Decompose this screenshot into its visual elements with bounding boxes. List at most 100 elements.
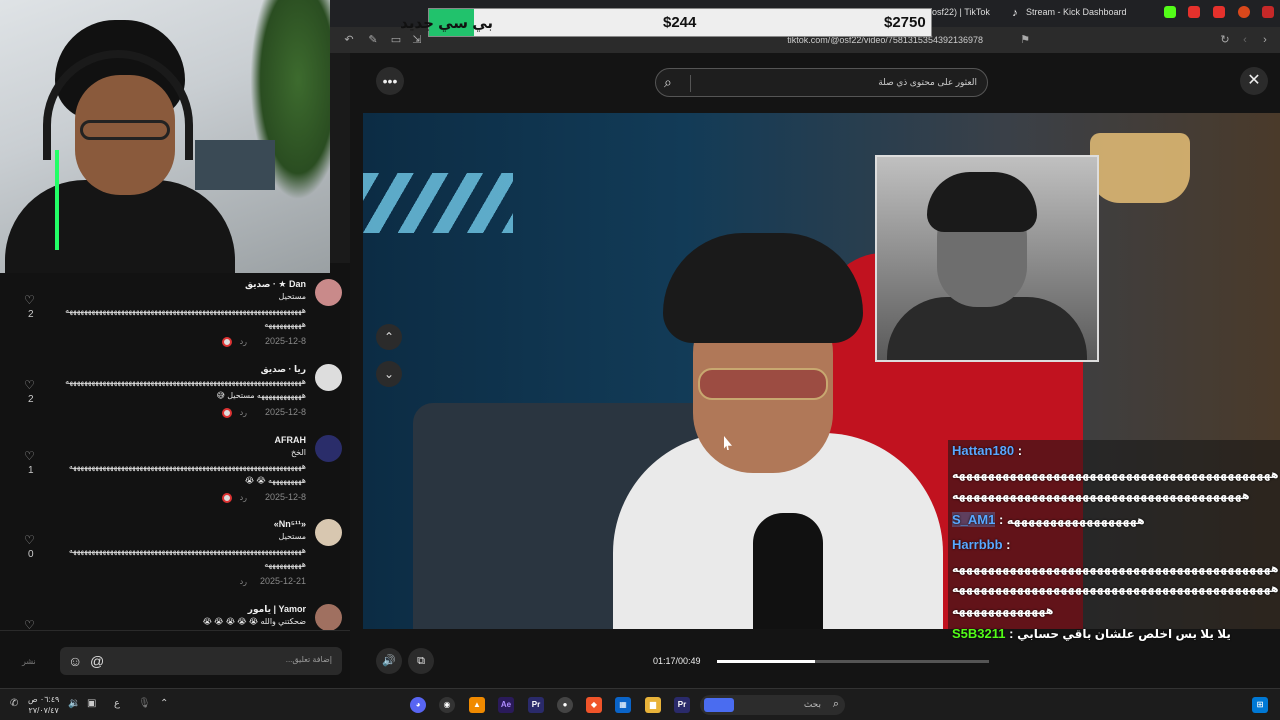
search-divider (690, 75, 691, 92)
avatar[interactable] (315, 435, 342, 462)
clock[interactable]: ٠٦:٤٩ ص ٢٧/٠٧/٤٧ (28, 694, 59, 716)
cast-icon[interactable]: ⇲ (410, 33, 424, 47)
comment-text: مستحيل (278, 532, 307, 541)
webcam-feed (0, 0, 330, 273)
comments-panel: Dan ★ · صديق مستحيل ههههههههههه ههههههههههه… (0, 273, 350, 630)
kick-icon[interactable] (1164, 6, 1176, 18)
extension-icon[interactable] (1238, 6, 1250, 18)
volume-icon[interactable]: 🔊 (376, 648, 402, 674)
comment-date: 2025-12-8 (264, 407, 306, 417)
chat-username[interactable]: S_AM1 (952, 512, 996, 527)
avatar[interactable] (315, 279, 342, 306)
comment-author[interactable]: AFRAH (275, 435, 307, 445)
like-heart-icon[interactable]: ♡ (24, 378, 35, 392)
tray-expand-icon[interactable]: ⌃ (160, 698, 168, 709)
tab-kick[interactable]: Stream - Kick Dashboard (1026, 7, 1127, 17)
reload-icon[interactable]: ↻ (1218, 33, 1232, 47)
like-heart-icon[interactable]: ♡ (24, 449, 35, 463)
search-bar[interactable]: ⌕ العثور على محتوى ذي صلة (655, 68, 988, 97)
comment-text: مستحيل (278, 292, 307, 301)
network-icon[interactable]: ▣ (87, 698, 96, 709)
pip-toggle-icon[interactable]: ⧉ (408, 648, 434, 674)
speaker-icon[interactable]: 🔉 (68, 698, 80, 709)
chat-username[interactable]: Harrbbb (952, 537, 1003, 552)
creator-liked-icon (222, 493, 232, 503)
chat-username[interactable]: Hattan180 (952, 443, 1014, 458)
windows-start-icon[interactable]: ⊞ (1252, 697, 1268, 713)
comment-item: AFRAH الخخ ههههههههههههههههههههههههههههههه… (2, 435, 342, 515)
comment-author[interactable]: ريا · صديق (261, 364, 306, 375)
creator-liked-icon (222, 337, 232, 347)
premiere-icon[interactable]: Pr (674, 697, 690, 713)
reply-button[interactable]: رد (240, 337, 247, 346)
taskbar-search[interactable]: بحث ⌕ (700, 695, 845, 715)
comment-text: ههههههههههه (264, 560, 306, 569)
youtube-icon-2[interactable] (1213, 6, 1225, 18)
donation-amount-goal: $2750 (884, 14, 926, 31)
avatar[interactable] (315, 519, 342, 546)
comment-text: ههههههههههه (264, 320, 306, 329)
next-video-button[interactable]: ⌄ (376, 361, 402, 387)
reply-button[interactable]: رد (240, 577, 247, 586)
close-button[interactable]: ✕ (1240, 67, 1268, 95)
previous-video-button[interactable]: ⌃ (376, 324, 402, 350)
like-count: 2 (28, 309, 34, 320)
chat-message: هههههههههههههههههههههههههههههههههههههههه… (952, 466, 1279, 481)
github-icon[interactable]: ◉ (439, 697, 455, 713)
language-indicator[interactable]: ع (114, 698, 120, 709)
like-count: 1 (28, 465, 34, 476)
like-heart-icon[interactable]: ♡ (24, 293, 35, 307)
chat-message: هههههههههههههههههههههههههههههههههههههههه… (952, 560, 1279, 575)
clock-date: ٢٧/٠٧/٤٧ (28, 706, 59, 715)
comment-author[interactable]: Dan ★ · صديق (245, 279, 306, 290)
microphone-icon[interactable]: 🎙 (138, 698, 151, 709)
reply-button[interactable]: رد (240, 493, 247, 502)
notification-icon[interactable]: ✆ (10, 698, 18, 709)
chat-message: Hattan180 : (952, 443, 1022, 458)
pip-camera (875, 155, 1099, 362)
obs-icon[interactable]: ● (557, 697, 573, 713)
comment-author[interactable]: «Nn⁵¹¹» (274, 519, 306, 529)
store-icon[interactable]: ▦ (615, 697, 631, 713)
video-progress-bar[interactable] (717, 660, 989, 663)
after-effects-icon[interactable]: Ae (498, 697, 514, 713)
bookmark-icon[interactable]: ⚑ (1018, 33, 1032, 47)
search-icon[interactable]: ⌕ (664, 74, 672, 91)
comment-text: ههههههههههههه مستحيل 😅 (216, 391, 307, 400)
like-heart-icon[interactable]: ♡ (24, 618, 35, 630)
edit-icon[interactable]: ✎ (366, 33, 380, 47)
mention-icon[interactable]: @ (90, 653, 104, 669)
vlc-icon[interactable]: ▲ (469, 697, 485, 713)
undo-icon[interactable]: ↶ (342, 33, 356, 47)
screen: osf22) | TikTok ♪ Stream - Kick Dashboar… (0, 0, 1280, 720)
back-icon[interactable]: ‹ (1238, 33, 1252, 47)
brave-icon[interactable]: ◆ (586, 697, 602, 713)
video-progress-fill (717, 660, 815, 663)
search-highlight-icon (704, 698, 734, 712)
screen-icon[interactable]: ▭ (389, 33, 403, 47)
reply-button[interactable]: رد (240, 408, 247, 417)
like-heart-icon[interactable]: ♡ (24, 533, 35, 547)
tiktok-icon: ♪ (1012, 7, 1018, 19)
youtube-icon[interactable] (1188, 6, 1200, 18)
premiere-icon-2[interactable]: Pr (528, 697, 544, 713)
chat-username[interactable]: S5B3211 (952, 626, 1006, 641)
donation-goal-bar: بي سي جديد $244 $2750 (400, 8, 932, 37)
emoji-icon[interactable]: ☺ (68, 653, 82, 669)
avatar[interactable] (315, 364, 342, 391)
comment-author[interactable]: Yamor | يامور (248, 604, 306, 615)
chat-text: هههههههههههههههههههههههههههههههههههههههه… (952, 490, 1250, 502)
post-button[interactable]: نشر (22, 657, 36, 666)
more-options-button[interactable]: ••• (376, 67, 404, 95)
like-count: 2 (28, 394, 34, 405)
tab-tiktok[interactable]: osf22) | TikTok (932, 7, 990, 17)
avatar[interactable] (315, 604, 342, 630)
discord-icon[interactable]: ◕ (410, 697, 426, 713)
comment-date: 2025-12-21 (259, 576, 306, 586)
comment-input[interactable]: ☺ @ إضافة تعليق... (60, 647, 342, 675)
forward-icon[interactable]: › (1258, 33, 1272, 47)
extension-icon-2[interactable] (1262, 6, 1274, 18)
file-explorer-icon[interactable]: ▆ (645, 697, 661, 713)
chat-message: هههههههههههههههههههههههههههههههههههههههه… (952, 580, 1279, 595)
creator-liked-icon (222, 408, 232, 418)
